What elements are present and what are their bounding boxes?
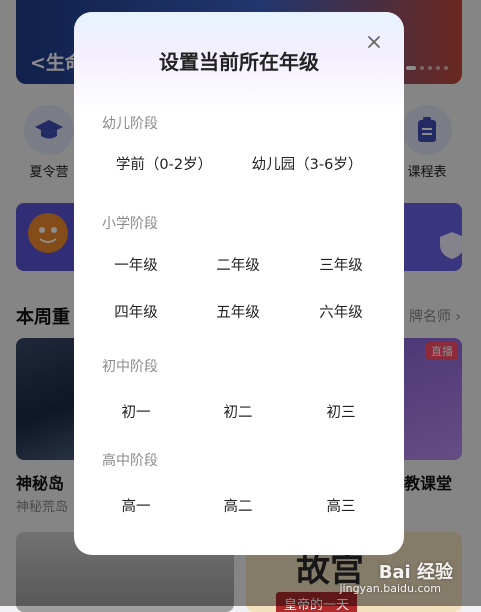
- stage-label-senior-high: 高中阶段: [102, 453, 158, 469]
- grade-option-junior-1[interactable]: 初一: [122, 401, 151, 422]
- grade-select-dialog: 设置当前所在年级 幼儿阶段 学前（0-2岁） 幼儿园（3-6岁） 小学阶段 一年…: [74, 12, 404, 555]
- grade-option-junior-2[interactable]: 初二: [224, 401, 253, 422]
- grade-option-senior-3[interactable]: 高三: [327, 495, 356, 516]
- grade-option-grade-2[interactable]: 二年级: [216, 254, 260, 275]
- stage-label-junior-high: 初中阶段: [102, 359, 158, 375]
- stage-label-primary: 小学阶段: [102, 216, 158, 232]
- grade-option-grade-3[interactable]: 三年级: [319, 254, 363, 275]
- stage-label-preschool: 幼儿阶段: [102, 116, 158, 132]
- close-button[interactable]: [362, 30, 386, 54]
- grade-option-kindergarten[interactable]: 幼儿园（3-6岁）: [252, 153, 363, 174]
- watermark-url: jingyan.baidu.com: [339, 582, 441, 595]
- watermark-logo: Bai 经验: [378, 562, 453, 583]
- grade-option-senior-1[interactable]: 高一: [122, 495, 151, 516]
- grade-option-junior-3[interactable]: 初三: [327, 401, 356, 422]
- grade-option-senior-2[interactable]: 高二: [224, 495, 253, 516]
- dialog-title: 设置当前所在年级: [159, 50, 319, 74]
- grade-option-grade-1[interactable]: 一年级: [114, 254, 158, 275]
- grade-option-grade-4[interactable]: 四年级: [114, 301, 158, 322]
- grade-option-grade-5[interactable]: 五年级: [216, 301, 260, 322]
- close-icon: [368, 36, 380, 48]
- grade-option-grade-6[interactable]: 六年级: [319, 301, 363, 322]
- grade-option-nursery[interactable]: 学前（0-2岁）: [116, 153, 212, 174]
